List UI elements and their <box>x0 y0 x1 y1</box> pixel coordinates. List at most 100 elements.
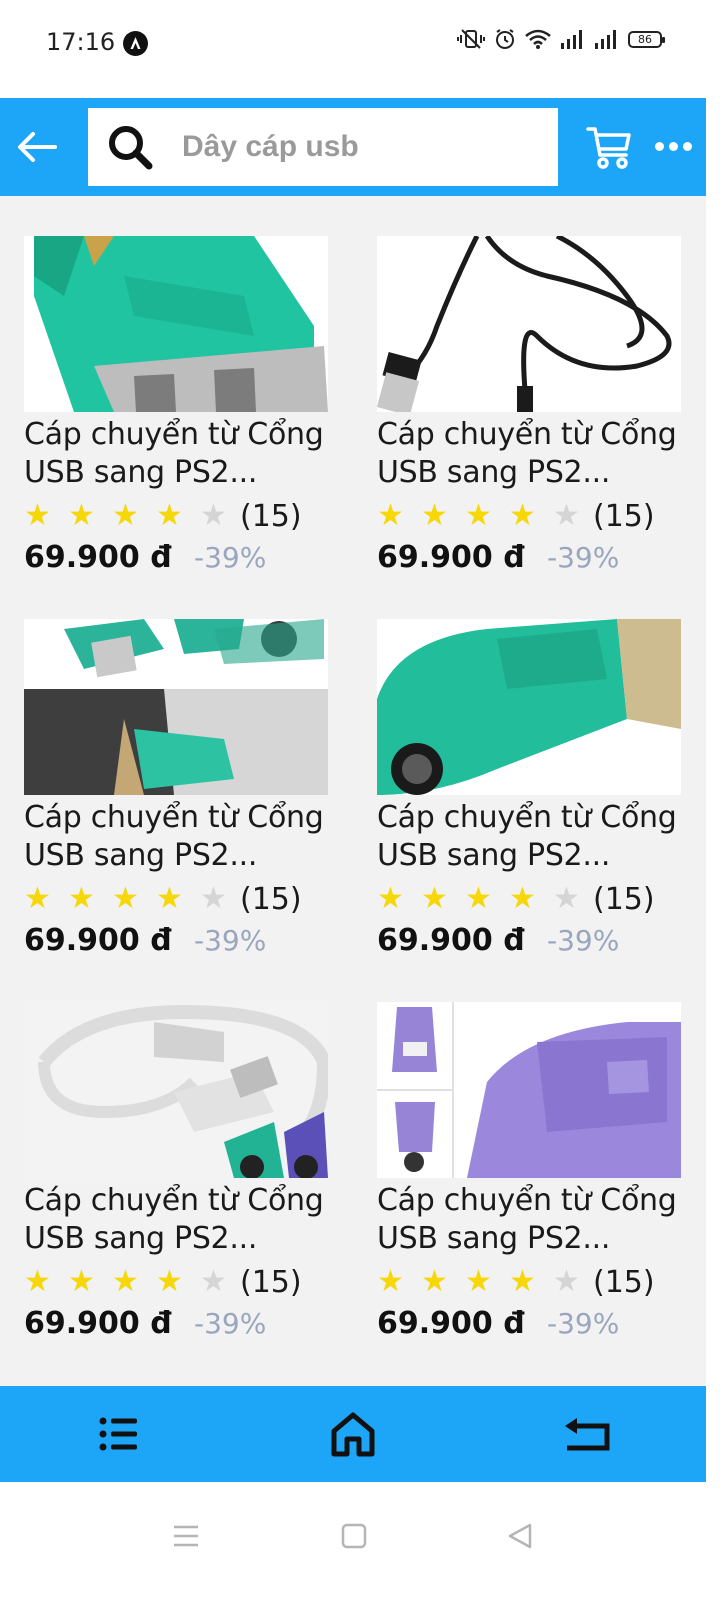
product-card[interactable]: Cáp chuyển từ Cổng USB sang PS2... ★ ★ ★… <box>377 1002 697 1341</box>
star-icon: ★ <box>112 882 139 915</box>
product-image <box>24 1002 328 1178</box>
search-icon <box>106 123 154 171</box>
status-icons: 86 <box>456 28 665 50</box>
review-count: (15) <box>593 498 655 534</box>
home-button[interactable] <box>329 1410 377 1458</box>
back-system-button[interactable] <box>506 1522 534 1550</box>
star-icon: ★ <box>509 882 536 915</box>
product-price: 69.900 đ <box>24 923 172 958</box>
product-title: Cáp chuyển từ Cổng USB sang PS2... <box>24 800 324 873</box>
status-time: 17:16 <box>46 28 116 56</box>
home-system-button[interactable] <box>340 1522 368 1550</box>
product-image <box>24 236 328 412</box>
star-empty-icon: ★ <box>200 882 227 915</box>
star-icon: ★ <box>68 882 95 915</box>
star-empty-icon: ★ <box>553 1265 580 1298</box>
product-discount: -39% <box>194 924 267 957</box>
signal-icon-2 <box>595 30 616 49</box>
product-discount: -39% <box>547 1307 620 1340</box>
product-price: 69.900 đ <box>377 923 525 958</box>
star-empty-icon: ★ <box>553 882 580 915</box>
product-title: Cáp chuyển từ Cổng USB sang PS2... <box>377 417 677 490</box>
triangle-back-icon <box>508 1523 532 1549</box>
product-rating: ★ ★ ★ ★ ★ (15) <box>377 496 697 536</box>
product-image <box>377 236 681 412</box>
product-image <box>24 619 328 795</box>
product-title: Cáp chuyển từ Cổng USB sang PS2... <box>24 1183 324 1256</box>
product-title: Cáp chuyển từ Cổng USB sang PS2... <box>377 1183 677 1256</box>
star-icon: ★ <box>421 1265 448 1298</box>
product-card[interactable]: Cáp chuyển từ Cổng USB sang PS2... ★ ★ ★… <box>377 236 697 575</box>
signal-icon <box>561 30 582 49</box>
product-title: Cáp chuyển từ Cổng USB sang PS2... <box>377 800 677 873</box>
product-image <box>377 619 681 795</box>
star-icon: ★ <box>465 499 492 532</box>
cart-button[interactable] <box>586 123 632 171</box>
app-notification-icon <box>123 31 148 56</box>
system-nav-bar <box>0 1482 720 1600</box>
star-icon: ★ <box>68 499 95 532</box>
star-icon: ★ <box>112 1265 139 1298</box>
product-price: 69.900 đ <box>24 1306 172 1341</box>
star-icon: ★ <box>509 499 536 532</box>
product-discount: -39% <box>547 924 620 957</box>
star-icon: ★ <box>421 499 448 532</box>
wifi-icon <box>525 29 551 49</box>
star-icon: ★ <box>421 882 448 915</box>
square-icon <box>341 1523 367 1549</box>
back-button[interactable] <box>14 125 60 169</box>
product-card[interactable]: Cáp chuyển từ Cổng USB sang PS2... ★ ★ ★… <box>24 619 344 958</box>
product-card[interactable]: Cáp chuyển từ Cổng USB sang PS2... ★ ★ ★… <box>24 1002 344 1341</box>
product-rating: ★ ★ ★ ★ ★ (15) <box>377 1262 697 1302</box>
cart-icon <box>586 127 631 169</box>
search-text: Dây cáp usb <box>182 130 359 163</box>
star-icon: ★ <box>156 1265 183 1298</box>
review-count: (15) <box>240 1264 302 1300</box>
arrow-left-icon <box>18 132 57 162</box>
more-button[interactable] <box>655 136 695 156</box>
menu-system-button[interactable] <box>172 1522 200 1550</box>
product-image <box>377 1002 681 1178</box>
star-icon: ★ <box>377 499 404 532</box>
product-rating: ★ ★ ★ ★ ★ (15) <box>24 496 344 536</box>
home-icon <box>331 1412 375 1457</box>
review-count: (15) <box>593 1264 655 1300</box>
product-rating: ★ ★ ★ ★ ★ (15) <box>24 879 344 919</box>
star-icon: ★ <box>377 1265 404 1298</box>
star-icon: ★ <box>68 1265 95 1298</box>
star-empty-icon: ★ <box>200 1265 227 1298</box>
product-card[interactable]: Cáp chuyển từ Cổng USB sang PS2... ★ ★ ★… <box>377 619 697 958</box>
star-icon: ★ <box>24 499 51 532</box>
star-icon: ★ <box>156 882 183 915</box>
list-icon <box>99 1417 137 1451</box>
product-price: 69.900 đ <box>377 540 525 575</box>
battery-icon: 86 <box>628 30 665 48</box>
product-price: 69.900 đ <box>377 1306 525 1341</box>
product-discount: -39% <box>547 541 620 574</box>
star-icon: ★ <box>24 1265 51 1298</box>
star-icon: ★ <box>509 1265 536 1298</box>
star-empty-icon: ★ <box>553 499 580 532</box>
search-input[interactable]: Dây cáp usb <box>88 108 558 186</box>
return-button[interactable] <box>563 1410 611 1458</box>
vibrate-icon <box>457 29 485 49</box>
star-icon: ★ <box>24 882 51 915</box>
star-empty-icon: ★ <box>200 499 227 532</box>
product-rating: ★ ★ ★ ★ ★ (15) <box>377 879 697 919</box>
review-count: (15) <box>240 498 302 534</box>
star-icon: ★ <box>377 882 404 915</box>
product-grid: Cáp chuyển từ Cổng USB sang PS2... ★ ★ ★… <box>0 196 706 1386</box>
product-card[interactable]: Cáp chuyển từ Cổng USB sang PS2... ★ ★ ★… <box>24 236 344 575</box>
review-count: (15) <box>593 881 655 917</box>
product-discount: -39% <box>194 1307 267 1340</box>
app-header: Dây cáp usb <box>0 98 706 196</box>
more-icon <box>655 141 664 151</box>
review-count: (15) <box>240 881 302 917</box>
star-icon: ★ <box>465 1265 492 1298</box>
product-discount: -39% <box>194 541 267 574</box>
product-rating: ★ ★ ★ ★ ★ (15) <box>24 1262 344 1302</box>
star-icon: ★ <box>156 499 183 532</box>
product-price: 69.900 đ <box>24 540 172 575</box>
list-button[interactable] <box>95 1410 143 1458</box>
return-icon <box>565 1418 610 1451</box>
